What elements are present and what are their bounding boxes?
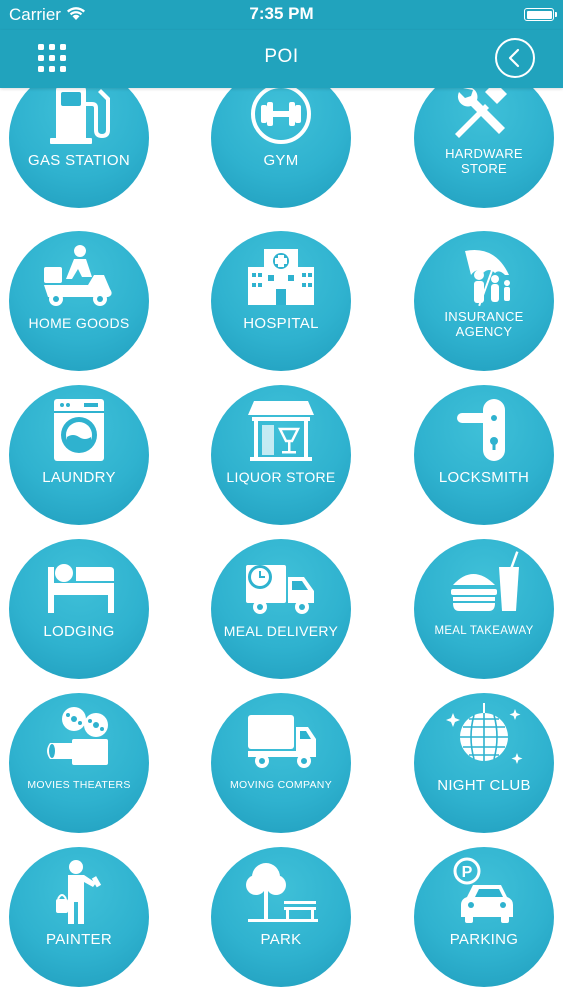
poi-meal-delivery[interactable]: MEAL DELIVERY xyxy=(211,539,351,679)
bed-icon xyxy=(48,564,114,613)
washing-machine-icon xyxy=(54,399,104,461)
delivery-scooter-icon xyxy=(44,245,112,306)
parking-car-icon: P xyxy=(453,857,513,923)
poi-gym[interactable]: GYM xyxy=(211,88,351,208)
hospital-icon xyxy=(248,249,314,305)
poi-liquor-store[interactable]: LIQUOR STORE xyxy=(211,385,351,525)
poi-moving-company[interactable]: MOVING COMPANY xyxy=(211,693,351,833)
poi-grid: GAS STATION GYM HARDWARE STORE HOME GOOD… xyxy=(0,88,563,1000)
status-time: 7:35 PM xyxy=(249,4,314,23)
back-button[interactable] xyxy=(494,37,536,79)
gas-pump-icon xyxy=(50,88,110,144)
poi-label: MEAL TAKEAWAY xyxy=(434,625,534,637)
storefront-glass-icon xyxy=(248,401,314,461)
poi-label: LOCKSMITH xyxy=(438,469,530,486)
poi-locksmith[interactable]: LOCKSMITH xyxy=(414,385,554,525)
poi-label: PARK xyxy=(260,931,302,948)
poi-label: NIGHT CLUB xyxy=(437,777,531,794)
poi-movies-theaters[interactable]: MOVIES THEATERS xyxy=(9,693,149,833)
door-handle-icon xyxy=(457,399,505,461)
status-bar: Carrier 7:35 PM xyxy=(0,0,563,30)
poi-label: HARDWARE STORE xyxy=(445,146,523,176)
svg-text:P: P xyxy=(462,864,473,881)
chevron-left-circle-icon xyxy=(495,38,535,78)
poi-lodging[interactable]: LODGING xyxy=(9,539,149,679)
poi-park[interactable]: PARK xyxy=(211,847,351,987)
nav-bar: POI xyxy=(0,30,563,88)
poi-gas-station[interactable]: GAS STATION xyxy=(9,88,149,208)
painter-person-icon xyxy=(56,860,102,924)
delivery-truck-clock-icon xyxy=(246,565,314,614)
poi-label: INSURANCE AGENCY xyxy=(444,309,524,339)
poi-label: GYM xyxy=(263,152,299,169)
poi-label: PAINTER xyxy=(46,931,112,948)
disco-ball-icon xyxy=(446,703,523,764)
umbrella-family-icon xyxy=(465,250,510,307)
poi-parking[interactable]: P PARKING xyxy=(414,847,554,987)
poi-label: MOVING COMPANY xyxy=(229,779,332,791)
page-title: POI xyxy=(264,46,299,67)
poi-night-club[interactable]: NIGHT CLUB xyxy=(414,693,554,833)
poi-meal-takeaway[interactable]: MEAL TAKEAWAY xyxy=(414,539,554,679)
tree-bench-icon xyxy=(246,863,318,922)
poi-painter[interactable]: PAINTER xyxy=(9,847,149,987)
poi-home-goods[interactable]: HOME GOODS xyxy=(9,231,149,371)
poi-label: HOSPITAL xyxy=(243,315,319,332)
poi-label: GAS STATION xyxy=(28,152,130,169)
dumbbell-icon xyxy=(251,88,311,144)
film-projector-icon xyxy=(47,707,108,765)
burger-drink-icon xyxy=(451,551,519,611)
poi-label: HOME GOODS xyxy=(28,315,130,331)
poi-label: MOVIES THEATERS xyxy=(27,779,131,791)
poi-insurance-agency[interactable]: INSURANCE AGENCY xyxy=(414,231,554,371)
poi-hardware-store[interactable]: HARDWARE STORE xyxy=(414,88,554,208)
battery-icon xyxy=(524,8,557,21)
tools-icon xyxy=(455,88,507,138)
poi-label: LODGING xyxy=(43,623,115,640)
poi-laundry[interactable]: LAUNDRY xyxy=(9,385,149,525)
poi-hospital[interactable]: HOSPITAL xyxy=(211,231,351,371)
poi-label: LIQUOR STORE xyxy=(226,469,336,485)
moving-truck-icon xyxy=(248,715,316,768)
poi-label: MEAL DELIVERY xyxy=(223,623,339,639)
poi-label: LAUNDRY xyxy=(42,469,116,486)
poi-label: PARKING xyxy=(449,931,519,948)
